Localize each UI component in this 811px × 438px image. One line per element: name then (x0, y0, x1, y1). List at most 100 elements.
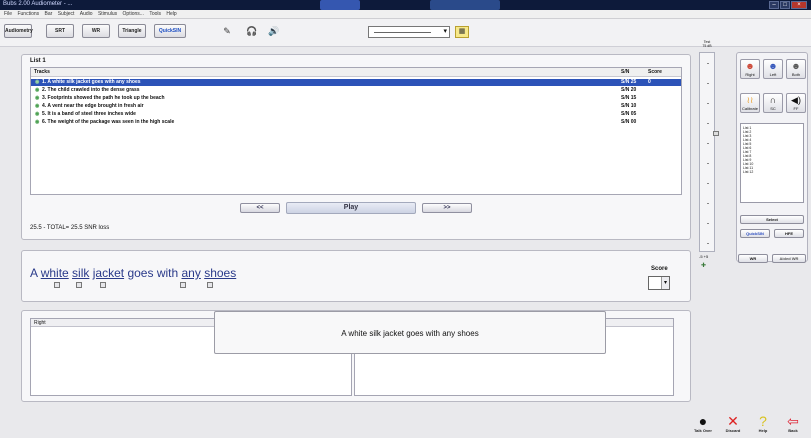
sound-icon: ◉ (35, 79, 40, 85)
slider-tick (707, 123, 709, 124)
play-button[interactable]: Play (286, 202, 416, 214)
key-word: shoes (204, 266, 237, 280)
menu-file[interactable]: File (4, 10, 12, 19)
arrow-left-icon: ⇦ (787, 413, 799, 429)
quicksin-list-button[interactable]: QuickSIN (740, 229, 770, 238)
speaker-icon: ◀) (791, 95, 801, 105)
menu-subject[interactable]: Subject (58, 10, 75, 19)
title-glow (320, 0, 360, 10)
word-checkbox[interactable] (100, 282, 106, 288)
mode-wr-button[interactable]: WR (82, 24, 110, 38)
mode-srt-button[interactable]: SRT (46, 24, 74, 38)
menu-bar-item[interactable]: Bar (45, 10, 53, 19)
ear-icon: ☻ (791, 61, 801, 71)
menu-tools[interactable]: Tools (149, 10, 161, 19)
table-row[interactable]: ◉ 3. Footprints showed the path he took … (31, 95, 681, 102)
track-sn: S/N 05 (621, 111, 637, 117)
next-button[interactable]: >> (422, 203, 472, 213)
menu-audio[interactable]: Audio (80, 10, 93, 19)
right-ear-button[interactable]: ☻ Right (740, 59, 760, 79)
both-ears-button[interactable]: ☻ Both (786, 59, 806, 79)
score-select[interactable]: ▾ (648, 276, 670, 290)
sentence-popup: A white silk jacket goes with any shoes (214, 311, 606, 354)
slider-tick (707, 143, 709, 144)
hfe-button[interactable]: HFE (774, 229, 804, 238)
chevron-down-icon: ▾ (661, 277, 669, 289)
list-selector[interactable]: List 1 List 2 List 3 List 4 List 5 List … (740, 123, 804, 203)
calibrate-label: Calibrate (741, 106, 758, 111)
menu-stimulus[interactable]: Stimulus (98, 10, 117, 19)
tracks-column-header: Tracks (34, 69, 50, 75)
track-sn: S/N 15 (621, 95, 637, 101)
menu-help[interactable]: Help (166, 10, 176, 19)
level-dropdown[interactable]: ▾ (368, 26, 450, 38)
results-title: Right (34, 320, 46, 326)
chevron-down-icon: ▾ (443, 28, 447, 35)
sound-icon: ◉ (35, 95, 40, 101)
sound-icon: ◉ (35, 119, 40, 125)
sentence-display: A white silk jacket goes with any shoes (30, 266, 236, 280)
minimize-button[interactable]: – (769, 1, 779, 9)
select-button[interactable]: Select (740, 215, 804, 224)
table-row[interactable]: ◉ 4. A vent near the edge brought in fre… (31, 103, 681, 110)
level-indicator-icon: ✚ (701, 263, 707, 269)
left-ear-button[interactable]: ☻ Left (763, 59, 783, 79)
discard-button[interactable]: ✕ Discard (721, 414, 745, 433)
right-ear-label: Right (745, 72, 755, 77)
table-row[interactable]: ◉ 2. The child crawled into the dense gr… (31, 87, 681, 94)
track-text: 6. The weight of the package was seen in… (42, 119, 175, 125)
help-button[interactable]: ? Help (751, 414, 775, 433)
score-label: Score (651, 266, 668, 272)
level-slider[interactable] (699, 52, 719, 252)
talk-over-button[interactable]: ● Talk Over (691, 414, 715, 433)
word-checkbox[interactable] (76, 282, 82, 288)
track-text: 2. The child crawled into the dense gras… (42, 87, 140, 93)
key-word: white (40, 266, 69, 280)
sc-button[interactable]: ∩ SC (763, 93, 783, 113)
calibrate-button[interactable]: ≀≀ Calibrate (740, 93, 760, 113)
word-checkbox[interactable] (54, 282, 60, 288)
menu-options[interactable]: Options... (123, 10, 144, 19)
word-checkbox[interactable] (180, 282, 186, 288)
sound-icon: ◉ (35, 87, 40, 93)
edit-icon[interactable]: ✎ (222, 26, 232, 36)
score-column-header: Score (648, 69, 662, 75)
track-sn: S/N 00 (621, 119, 637, 125)
level-label: Test 75 dB (702, 40, 712, 48)
track-text: 5. It is a band of steel three inches wi… (42, 111, 136, 117)
mode-triangle-button[interactable]: Triangle (118, 24, 146, 38)
back-button[interactable]: ⇦ Back (781, 414, 805, 433)
window-title: Bubs 2.00 Audiometer - ... (3, 1, 73, 7)
key-word: jacket (92, 266, 125, 280)
ear-icon: ☻ (768, 61, 778, 71)
window-controls: – □ × (769, 1, 807, 9)
table-row[interactable]: ◉ 5. It is a band of steel three inches … (31, 111, 681, 118)
mode-quicksin-button[interactable]: QuickSIN (154, 24, 186, 38)
headphones-icon[interactable]: 🎧 (246, 26, 257, 36)
discard-label: Discard (725, 428, 741, 433)
track-text: 3. Footprints showed the path he took up… (42, 95, 165, 101)
aided-wr-button[interactable]: Aided WR (772, 254, 806, 263)
slider-tick (707, 223, 709, 224)
chart-icon[interactable]: ▦ (455, 26, 469, 38)
sc-icon: ∩ (769, 95, 777, 105)
previous-button[interactable]: << (240, 203, 280, 213)
speaker-icon[interactable]: 🔊 (266, 26, 282, 36)
list-option[interactable]: List 12 (743, 170, 801, 174)
maximize-button[interactable]: □ (780, 1, 790, 9)
table-row[interactable]: ◉ 6. The weight of the package was seen … (31, 119, 681, 126)
close-button[interactable]: × (791, 1, 807, 9)
back-label: Back (788, 428, 798, 433)
table-row[interactable]: ◉ 1. A white silk jacket goes with any s… (31, 79, 681, 86)
mode-audiometry-button[interactable]: Audiometry (4, 24, 33, 38)
wr-button[interactable]: WR (738, 254, 768, 263)
ff-button[interactable]: ◀) FF (786, 93, 806, 113)
slider-thumb[interactable] (713, 131, 719, 136)
word-checkbox[interactable] (207, 282, 213, 288)
track-text: 1. A white silk jacket goes with any sho… (42, 79, 141, 85)
slider-tick (707, 83, 709, 84)
toolbar: Audiometry SRT WR Triangle QuickSIN ✎ 🎧 … (0, 19, 811, 47)
menu-functions[interactable]: Functions (17, 10, 39, 19)
key-word: any (181, 266, 201, 280)
track-sn: S/N 25 (621, 79, 637, 85)
